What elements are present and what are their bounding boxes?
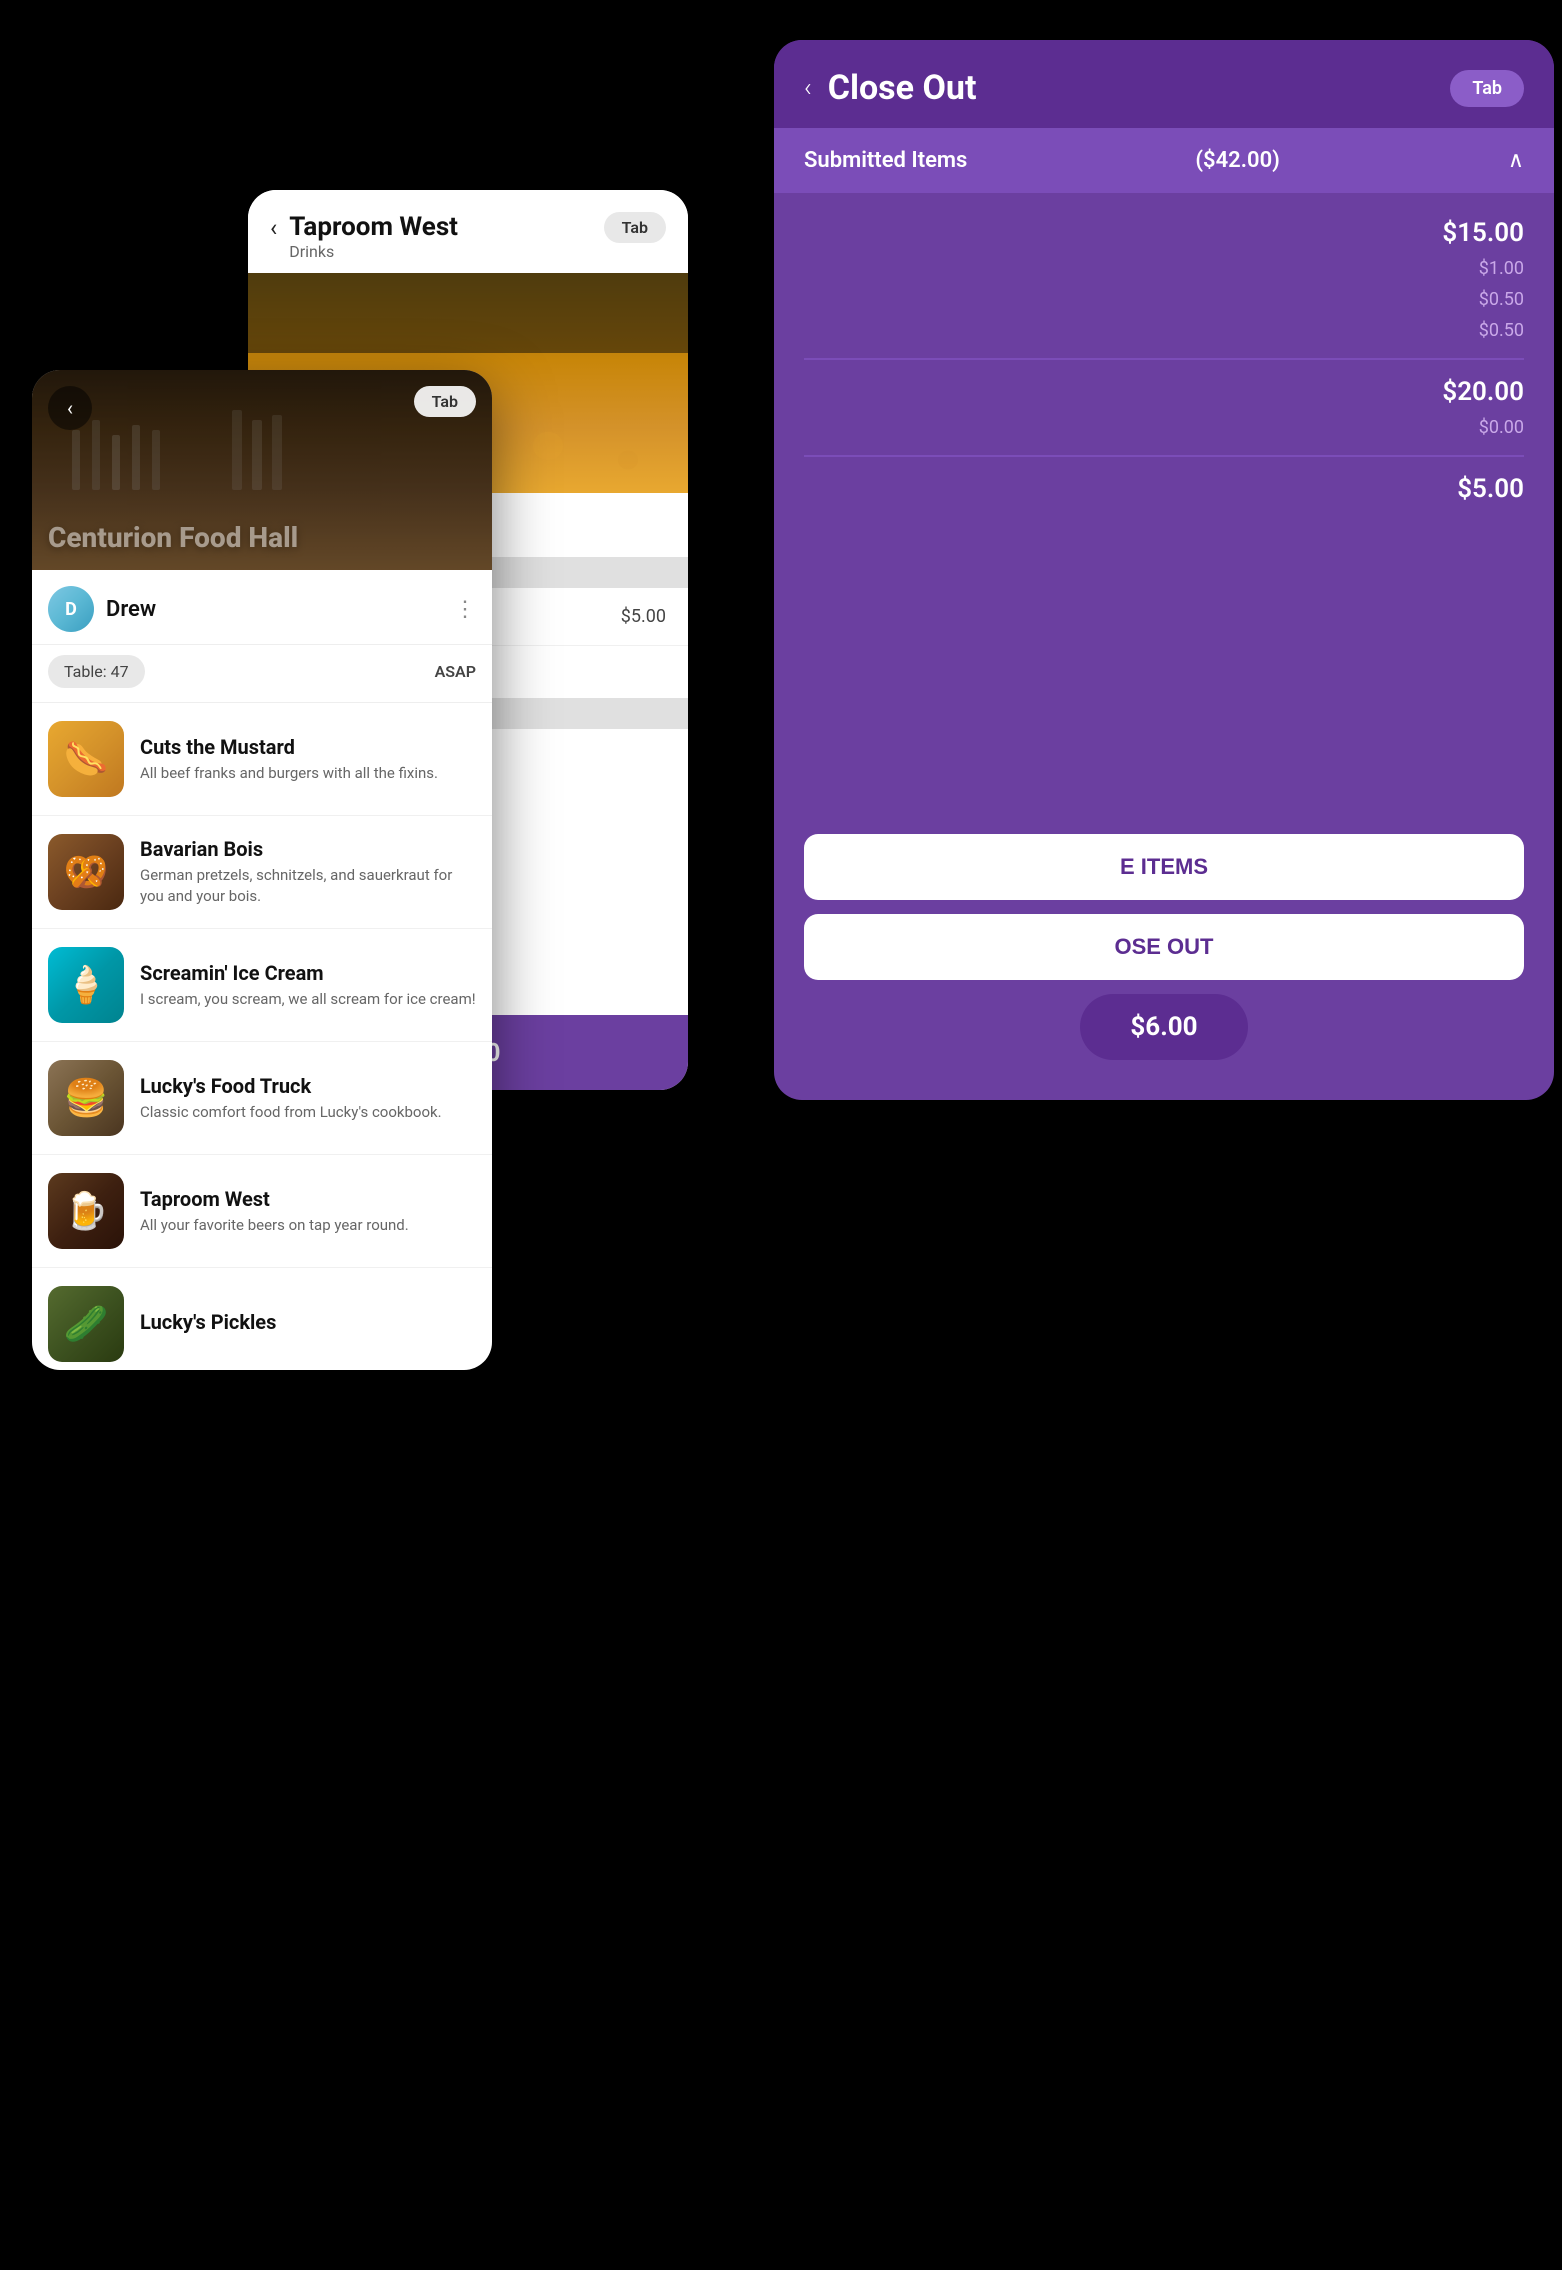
chevron-up-icon: ∧ bbox=[1508, 148, 1524, 173]
vendor-desc: All beef franks and burgers with all the… bbox=[140, 763, 476, 784]
vendor-thumb bbox=[48, 721, 124, 797]
avatar: D bbox=[48, 586, 94, 632]
vendor-name: Bavarian Bois bbox=[140, 837, 476, 861]
closeout-panel: ‹ Close Out Tab Submitted Items ($42.00)… bbox=[774, 40, 1554, 1100]
taproom-back-icon[interactable]: ‹ bbox=[270, 214, 277, 242]
vendor-info: Bavarian Bois German pretzels, schnitzels… bbox=[140, 837, 476, 907]
closeout-actions: E ITEMS OSE OUT bbox=[774, 834, 1554, 980]
vendor-thumb bbox=[48, 1173, 124, 1249]
submitted-bar[interactable]: Submitted Items ($42.00) ∧ bbox=[774, 128, 1554, 193]
vendor-info: Taproom West All your favorite beers on t… bbox=[140, 1187, 476, 1236]
timing-label: ASAP bbox=[435, 662, 476, 681]
vendor-info: Lucky's Pickles bbox=[140, 1310, 476, 1338]
centurion-user-row: D Drew ⋮ bbox=[32, 570, 492, 645]
closeout-title: Close Out bbox=[828, 68, 1435, 108]
closeout-item-row: $1.00 bbox=[804, 253, 1524, 284]
list-item[interactable]: Cuts the Mustard All beef franks and burg… bbox=[32, 703, 492, 816]
table-badge: Table: 47 bbox=[48, 655, 145, 688]
centurion-back-icon[interactable]: ‹ bbox=[48, 386, 92, 430]
vendor-thumb bbox=[48, 1060, 124, 1136]
list-item[interactable]: Bavarian Bois German pretzels, schnitzels… bbox=[32, 816, 492, 929]
vendor-desc: German pretzels, schnitzels, and sauerkr… bbox=[140, 865, 476, 907]
vendor-list: Cuts the Mustard All beef franks and burg… bbox=[32, 703, 492, 1370]
vendor-name: Lucky's Pickles bbox=[140, 1310, 476, 1334]
centurion-panel: ‹ Tab Centurion Food Hall D Drew ⋮ Table… bbox=[32, 370, 492, 1370]
vendor-name: Taproom West bbox=[140, 1187, 476, 1211]
submitted-amount: ($42.00) bbox=[1195, 148, 1279, 173]
closeout-bottom-price: $6.00 bbox=[774, 994, 1554, 1060]
closeout-item-row: $0.00 bbox=[804, 412, 1524, 443]
taproom-header: ‹ Taproom West Drinks Tab bbox=[248, 190, 688, 273]
centurion-table-row: Table: 47 ASAP bbox=[32, 645, 492, 703]
closeout-item-row: $15.00 bbox=[804, 213, 1524, 253]
closeout-header: ‹ Close Out Tab bbox=[774, 40, 1554, 128]
taproom-tab-badge: Tab bbox=[604, 212, 666, 243]
vendor-thumb bbox=[48, 1286, 124, 1362]
item-price-3: $0.50 bbox=[1479, 289, 1524, 310]
item-price-7: $5.00 bbox=[1457, 474, 1524, 504]
list-item[interactable]: Screamin' Ice Cream I scream, you scream,… bbox=[32, 929, 492, 1042]
hero-drops-overlay bbox=[248, 273, 688, 353]
add-items-button[interactable]: E ITEMS bbox=[804, 834, 1524, 900]
centurion-tab-badge: Tab bbox=[414, 386, 476, 417]
more-options-icon[interactable]: ⋮ bbox=[454, 597, 476, 622]
list-item[interactable]: Lucky's Pickles bbox=[32, 1268, 492, 1370]
vendor-info: Cuts the Mustard All beef franks and burg… bbox=[140, 735, 476, 784]
vendor-info: Screamin' Ice Cream I scream, you scream,… bbox=[140, 961, 476, 1010]
vendor-name: Lucky's Food Truck bbox=[140, 1074, 476, 1098]
taproom-title: Taproom West bbox=[289, 212, 591, 242]
vendor-thumb bbox=[48, 947, 124, 1023]
centurion-hero-image: ‹ Tab Centurion Food Hall bbox=[32, 370, 492, 570]
item-price-2: $1.00 bbox=[1479, 258, 1524, 279]
section-divider bbox=[804, 455, 1524, 457]
section-divider bbox=[804, 358, 1524, 360]
closeout-back-icon[interactable]: ‹ bbox=[804, 73, 812, 103]
closeout-tab-badge: Tab bbox=[1450, 70, 1524, 107]
vendor-desc: All your favorite beers on tap year roun… bbox=[140, 1215, 476, 1236]
option-price: $5.00 bbox=[621, 606, 666, 627]
vendor-desc: I scream, you scream, we all scream for … bbox=[140, 989, 476, 1010]
closeout-item-row: $20.00 bbox=[804, 372, 1524, 412]
vendor-thumb bbox=[48, 834, 124, 910]
username: Drew bbox=[106, 597, 454, 622]
taproom-title-block: Taproom West Drinks bbox=[289, 212, 591, 261]
close-out-button[interactable]: OSE OUT bbox=[804, 914, 1524, 980]
submitted-label: Submitted Items bbox=[804, 148, 967, 173]
vendor-info: Lucky's Food Truck Classic comfort food f… bbox=[140, 1074, 476, 1123]
item-price-6: $0.00 bbox=[1479, 417, 1524, 438]
vendor-name: Cuts the Mustard bbox=[140, 735, 476, 759]
closeout-item-row: $5.00 bbox=[804, 469, 1524, 509]
closeout-item-row: $0.50 bbox=[804, 284, 1524, 315]
taproom-subtitle: Drinks bbox=[289, 242, 591, 261]
item-price-5: $20.00 bbox=[1442, 377, 1524, 407]
vendor-desc: Classic comfort food from Lucky's cookbo… bbox=[140, 1102, 476, 1123]
total-price-pill: $6.00 bbox=[1080, 994, 1247, 1060]
item-price-4: $0.50 bbox=[1479, 320, 1524, 341]
closeout-items-list: $15.00 $1.00 $0.50 $0.50 $20.00 $0.00 $5… bbox=[774, 193, 1554, 529]
list-item[interactable]: Taproom West All your favorite beers on t… bbox=[32, 1155, 492, 1268]
item-price-1: $15.00 bbox=[1442, 218, 1524, 248]
vendor-name: Screamin' Ice Cream bbox=[140, 961, 476, 985]
list-item[interactable]: Lucky's Food Truck Classic comfort food f… bbox=[32, 1042, 492, 1155]
closeout-item-row: $0.50 bbox=[804, 315, 1524, 346]
